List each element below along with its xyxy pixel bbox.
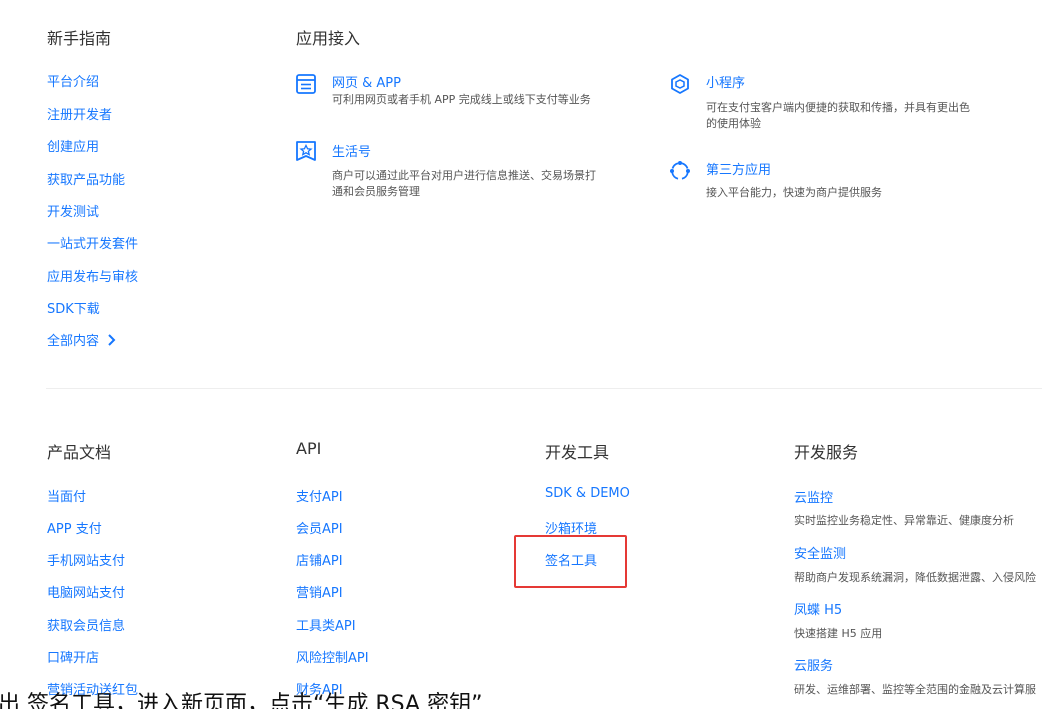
services-item-cloud-monitor-title[interactable]: 云监控: [794, 487, 833, 506]
access-card-third-party-desc: 接入平台能力，快速为商户提供服务: [706, 186, 882, 199]
services-item-cloud-service-title[interactable]: 云服务: [794, 655, 833, 674]
third-party-dots-icon[interactable]: [669, 160, 691, 182]
access-card-third-party-title[interactable]: 第三方应用: [706, 159, 771, 178]
tools-heading: 开发工具: [545, 443, 610, 462]
api-link-payment[interactable]: 支付API: [296, 486, 343, 505]
guide-link-sdk-download[interactable]: SDK下载: [47, 298, 100, 317]
services-item-fengdie-title[interactable]: 凤蝶 H5: [794, 599, 842, 618]
docs-link-koubei[interactable]: 口碑开店: [47, 647, 99, 666]
guide-link-register[interactable]: 注册开发者: [47, 104, 112, 123]
tools-link-sdk-demo[interactable]: SDK & DEMO: [545, 486, 630, 501]
guide-heading: 新手指南: [47, 29, 112, 48]
docs-link-face-pay[interactable]: 当面付: [47, 486, 86, 505]
star-badge-icon[interactable]: [295, 140, 317, 162]
highlight-box: [514, 535, 627, 588]
docs-link-wap-pay[interactable]: 手机网站支付: [47, 550, 125, 569]
access-card-mini-desc-1: 可在支付宝客户端内便捷的获取和传播，并具有更出色: [706, 101, 970, 114]
api-link-marketing[interactable]: 营销API: [296, 582, 343, 601]
services-item-cloud-monitor-desc: 实时监控业务稳定性、异常靠近、健康度分析: [794, 514, 1014, 527]
docs-link-pc-pay[interactable]: 电脑网站支付: [47, 582, 125, 601]
section-divider: [46, 388, 1042, 389]
access-card-life-desc-1: 商户可以通过此平台对用户进行信息推送、交易场景打: [332, 169, 596, 182]
guide-link-create-app[interactable]: 创建应用: [47, 136, 99, 155]
services-item-cloud-service-desc: 研发、运维部署、监控等全范围的金融及云计算服: [794, 683, 1036, 696]
services-item-security-title[interactable]: 安全监测: [794, 543, 846, 562]
api-heading: API: [296, 439, 322, 458]
chevron-right-icon: [108, 334, 116, 346]
services-item-fengdie-desc: 快速搭建 H5 应用: [794, 627, 883, 640]
browser-window-icon[interactable]: [295, 73, 317, 95]
instruction-caption: 出 签名工具，进入新页面，点击“生成 RSA 密钥”: [0, 692, 483, 709]
mini-program-icon[interactable]: [669, 73, 691, 95]
docs-link-app-pay[interactable]: APP 支付: [47, 518, 102, 537]
access-card-mini-desc-2: 的使用体验: [706, 117, 761, 130]
guide-all-label: 全部内容: [47, 334, 100, 349]
services-item-security-desc: 帮助商户发现系统漏洞，降低数据泄露、入侵风险: [794, 571, 1036, 584]
access-card-web-app-desc: 可利用网页或者手机 APP 完成线上或线下支付等业务: [332, 93, 591, 106]
guide-link-all-content[interactable]: 全部内容: [47, 330, 117, 349]
access-card-life-title[interactable]: 生活号: [332, 141, 371, 160]
guide-link-dev-test[interactable]: 开发测试: [47, 201, 99, 220]
api-link-tools[interactable]: 工具类API: [296, 615, 356, 634]
docs-heading: 产品文档: [47, 443, 112, 462]
api-link-member[interactable]: 会员API: [296, 518, 343, 537]
guide-link-get-features[interactable]: 获取产品功能: [47, 169, 125, 188]
access-heading: 应用接入: [296, 29, 361, 48]
access-card-mini-title[interactable]: 小程序: [706, 72, 745, 91]
access-card-web-app-title[interactable]: 网页 & APP: [332, 72, 401, 91]
services-heading: 开发服务: [794, 443, 859, 462]
guide-link-platform-intro[interactable]: 平台介绍: [47, 71, 99, 90]
guide-link-publish[interactable]: 应用发布与审核: [47, 266, 138, 285]
api-link-risk[interactable]: 风险控制API: [296, 647, 369, 666]
api-link-shop[interactable]: 店铺API: [296, 550, 343, 569]
docs-link-member-info[interactable]: 获取会员信息: [47, 615, 125, 634]
access-card-life-desc-2: 通和会员服务管理: [332, 185, 420, 198]
guide-link-dev-kit[interactable]: 一站式开发套件: [47, 233, 138, 252]
